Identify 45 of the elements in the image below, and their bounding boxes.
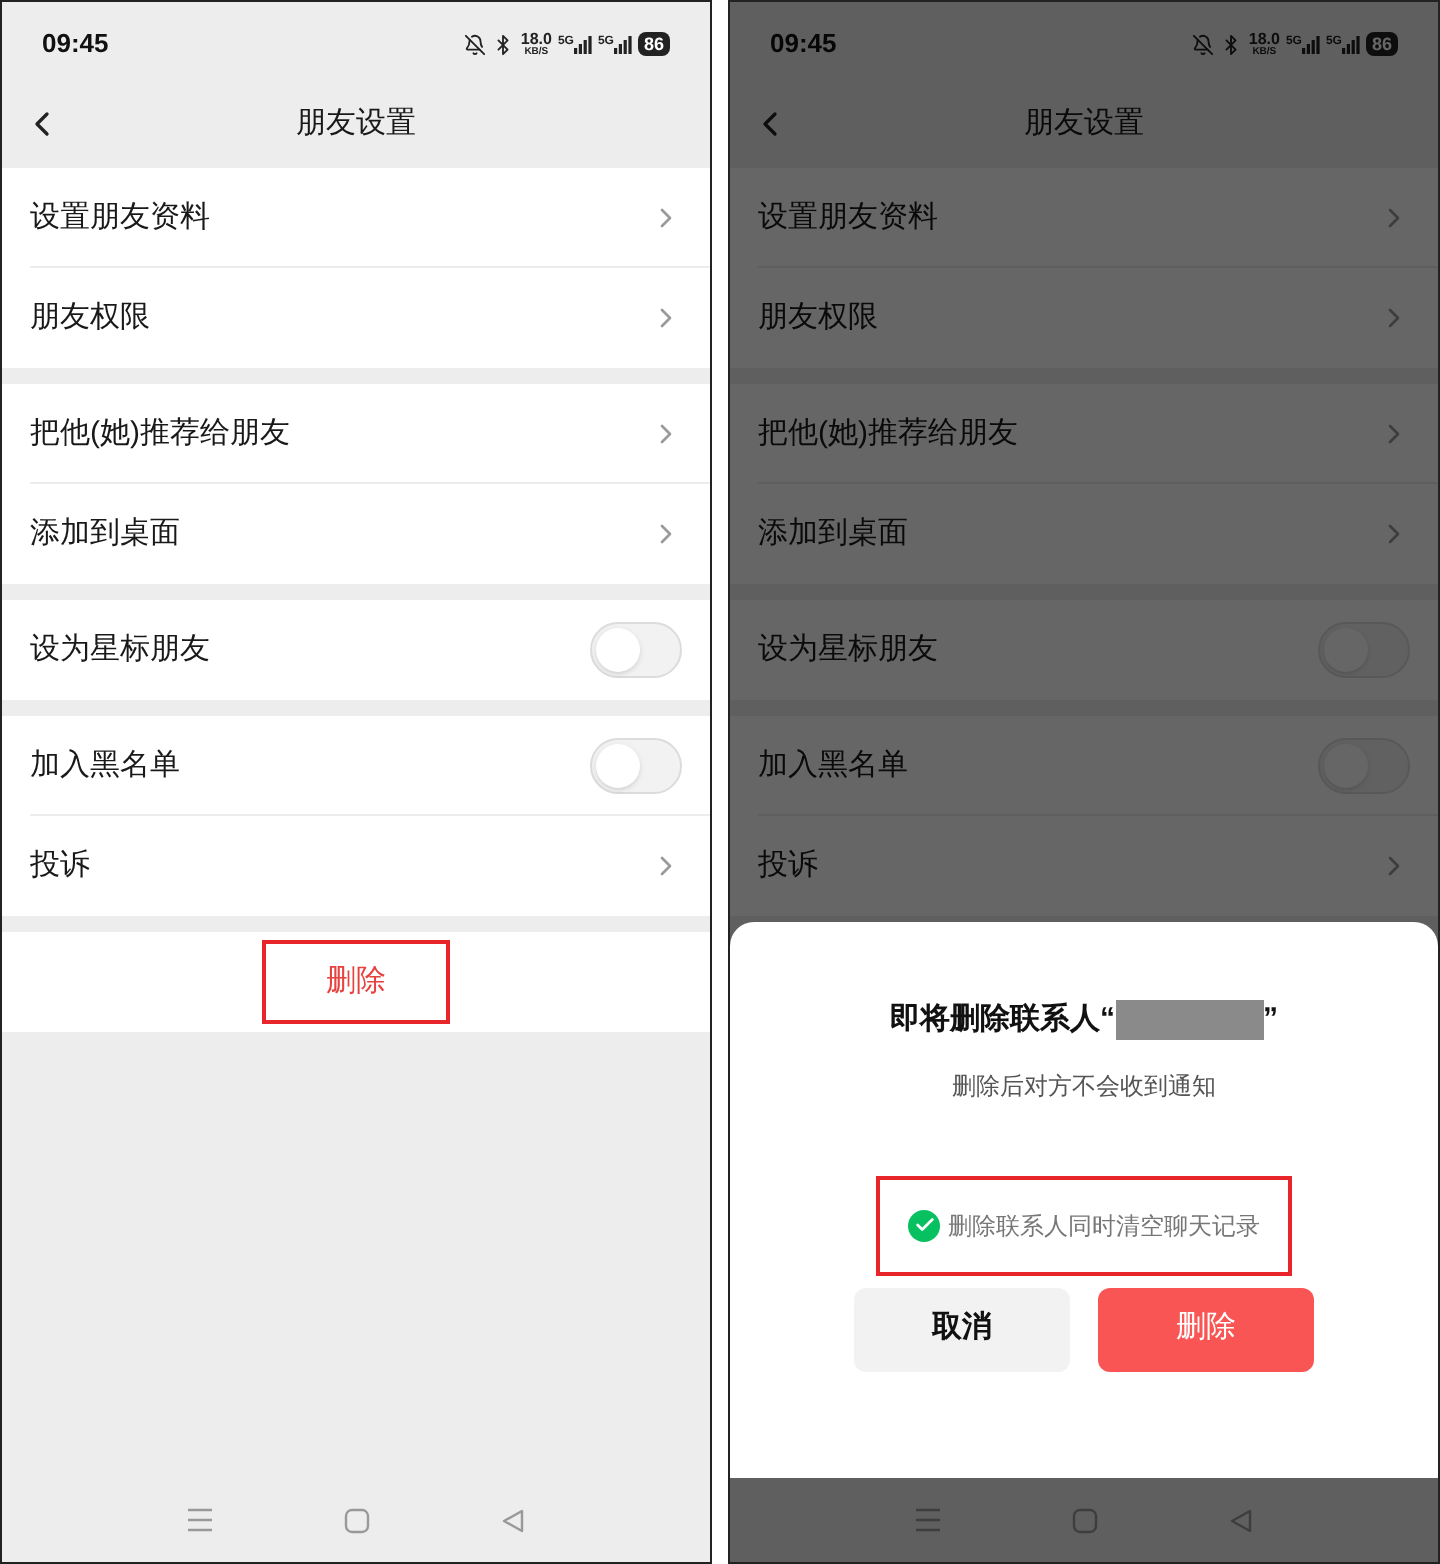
dialog-title-end: ” xyxy=(1263,1000,1278,1040)
row-label: 朋友权限 xyxy=(30,297,152,338)
status-time: 09:45 xyxy=(42,26,111,63)
row-label: 投诉 xyxy=(30,845,92,886)
row-label: 朋友权限 xyxy=(758,297,880,338)
status-time: 09:45 xyxy=(770,26,839,63)
muted-bell-icon xyxy=(1192,33,1215,55)
signal-icon xyxy=(573,35,592,53)
page-title: 朋友设置 xyxy=(296,103,416,144)
row-label: 加入黑名单 xyxy=(758,745,910,786)
cancel-button[interactable]: 取消 xyxy=(854,1287,1070,1371)
row-label: 把他(她)推荐给朋友 xyxy=(30,413,292,454)
back-triangle-icon[interactable] xyxy=(499,1507,526,1533)
dialog-title: 即将删除联系人“ xyxy=(890,1000,1115,1040)
signal-icon xyxy=(613,35,632,53)
home-icon[interactable] xyxy=(343,1507,370,1533)
row-label: 加入黑名单 xyxy=(30,745,182,786)
dialog-subtitle: 删除后对方不会收到通知 xyxy=(952,1069,1216,1103)
row-label: 添加到桌面 xyxy=(758,513,910,554)
delete-button[interactable]: 删除 xyxy=(1098,1287,1314,1371)
toggle-switch[interactable] xyxy=(590,622,682,678)
home-icon[interactable] xyxy=(1071,1507,1098,1533)
bluetooth-icon xyxy=(492,33,515,55)
network-speed: 18.0 xyxy=(520,31,552,47)
delete-button[interactable]: 删除 xyxy=(262,940,450,1024)
clear-history-option[interactable]: 删除联系人同时清空聊天记录 xyxy=(876,1175,1292,1275)
battery-level: 86 xyxy=(637,32,670,56)
bluetooth-icon xyxy=(1220,33,1243,55)
network-speed: 18.0 xyxy=(1248,31,1280,47)
row-label: 设置朋友资料 xyxy=(758,197,940,238)
muted-bell-icon xyxy=(464,33,487,55)
row-label: 设为星标朋友 xyxy=(758,629,940,670)
row-label: 设为星标朋友 xyxy=(30,629,212,670)
battery-level: 86 xyxy=(1365,32,1398,56)
signal-icon xyxy=(1341,35,1360,53)
signal-icon xyxy=(1301,35,1320,53)
row-label: 投诉 xyxy=(758,845,820,886)
menu-icon[interactable] xyxy=(186,1508,215,1532)
row-label: 把他(她)推荐给朋友 xyxy=(758,413,1020,454)
back-triangle-icon[interactable] xyxy=(1227,1507,1254,1533)
menu-icon[interactable] xyxy=(914,1508,943,1532)
row-label: 设置朋友资料 xyxy=(30,197,212,238)
row-label: 添加到桌面 xyxy=(30,513,182,554)
page-title: 朋友设置 xyxy=(1024,103,1144,144)
toggle-switch[interactable] xyxy=(590,738,682,794)
